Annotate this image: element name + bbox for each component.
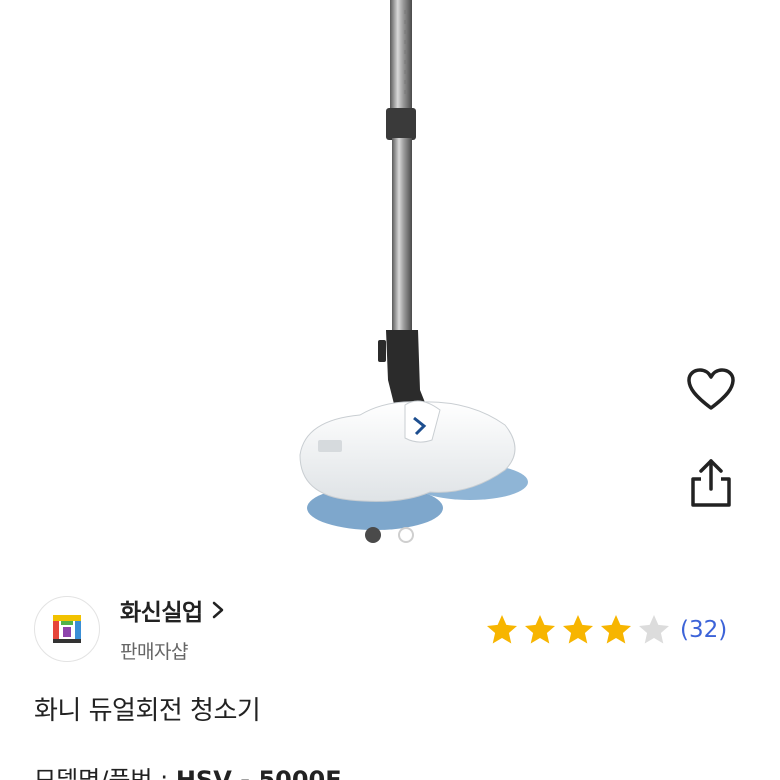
product-image-area[interactable] — [0, 0, 780, 560]
carousel-dot-1[interactable] — [365, 527, 381, 543]
seller-info: 화신실업 판매자샵 — [34, 593, 225, 664]
star-filled-icon — [525, 615, 555, 644]
model-value: HSV - 5000F — [175, 766, 342, 780]
share-icon — [691, 459, 731, 507]
seller-name: 화신실업 — [120, 600, 203, 626]
like-button[interactable] — [681, 359, 741, 419]
seller-logo-icon — [53, 614, 81, 643]
carousel-indicator — [365, 527, 414, 543]
seller-logo[interactable] — [34, 595, 100, 662]
share-button[interactable] — [681, 453, 741, 513]
star-filled-icon — [487, 615, 517, 644]
star-empty-icon — [639, 615, 669, 644]
star-filled-icon — [563, 615, 593, 644]
heart-outline-icon — [687, 368, 735, 410]
review-count[interactable]: (32) — [680, 617, 727, 643]
seller-role: 판매자샵 — [120, 641, 188, 663]
seller-name-link[interactable]: 화신실업 — [120, 593, 225, 627]
model-label: 모델명/품번 : — [34, 766, 169, 780]
chevron-right-icon — [211, 600, 225, 620]
rating-summary[interactable]: (32) — [484, 612, 727, 648]
star-filled-icon — [601, 615, 631, 644]
carousel-dot-2[interactable] — [398, 527, 414, 543]
model-number: 모델명/품번 : HSV - 5000F — [34, 760, 342, 780]
product-title: 화니 듀얼회전 청소기 — [34, 696, 261, 726]
product-image[interactable] — [0, 0, 780, 560]
